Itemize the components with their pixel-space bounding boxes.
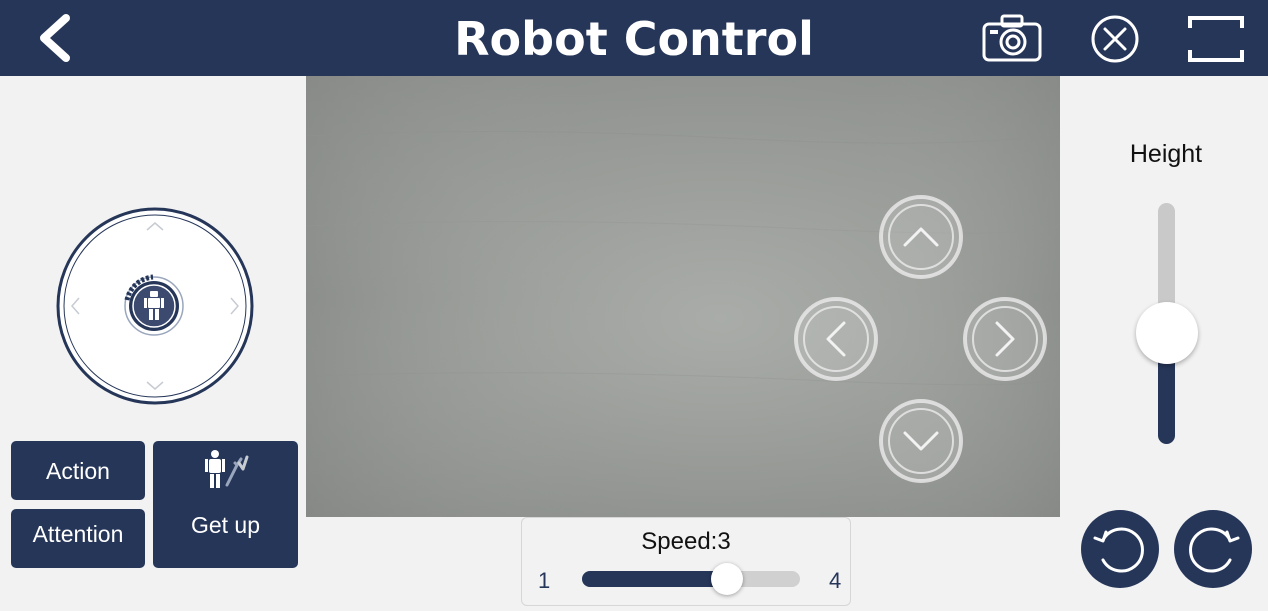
rotate-left-button[interactable] — [1081, 510, 1159, 588]
attention-button[interactable]: Attention — [11, 509, 145, 568]
height-slider-thumb[interactable] — [1136, 302, 1198, 364]
fullscreen-icon — [1188, 16, 1244, 62]
speed-slider-fill — [582, 571, 727, 587]
fullscreen-button[interactable] — [1186, 14, 1246, 64]
rotate-right-button[interactable] — [1174, 510, 1252, 588]
close-circle-icon — [1091, 15, 1139, 63]
move-down-button[interactable] — [878, 398, 964, 484]
camera-button[interactable] — [980, 12, 1044, 64]
chevron-down-icon — [879, 399, 963, 483]
get-up-icon — [205, 450, 249, 488]
action-button[interactable]: Action — [11, 441, 145, 500]
speed-slider-thumb[interactable] — [711, 563, 743, 595]
page-title: Robot Control — [454, 12, 814, 66]
chevron-left-icon — [40, 14, 70, 62]
movement-joystick[interactable] — [55, 206, 255, 406]
height-slider[interactable] — [1136, 203, 1198, 444]
camera-icon — [982, 14, 1042, 62]
close-button[interactable] — [1088, 14, 1142, 64]
get-up-button[interactable]: Get up — [153, 441, 298, 568]
rotate-clockwise-icon — [1189, 527, 1240, 573]
chevron-left-icon — [794, 297, 878, 381]
move-up-button[interactable] — [878, 194, 964, 280]
back-button[interactable] — [30, 10, 80, 66]
chevron-up-icon — [879, 195, 963, 279]
speed-label: Speed:3 — [641, 528, 731, 555]
speed-min-label: 1 — [538, 568, 551, 593]
move-right-button[interactable] — [962, 296, 1048, 382]
attention-label: Attention — [32, 521, 124, 547]
camera-feed — [306, 76, 1060, 517]
rotate-counterclockwise-icon — [1093, 527, 1144, 573]
top-bar: Robot Control — [0, 0, 1268, 76]
speed-slider[interactable] — [582, 563, 800, 595]
get-up-label: Get up — [190, 512, 261, 538]
joystick-pad — [56, 207, 254, 405]
action-label: Action — [46, 458, 110, 484]
move-left-button[interactable] — [793, 296, 879, 382]
height-label: Height — [1129, 140, 1203, 168]
speed-max-label: 4 — [829, 568, 842, 593]
chevron-right-icon — [963, 297, 1047, 381]
speed-panel: Speed:3 1 4 — [521, 517, 851, 606]
